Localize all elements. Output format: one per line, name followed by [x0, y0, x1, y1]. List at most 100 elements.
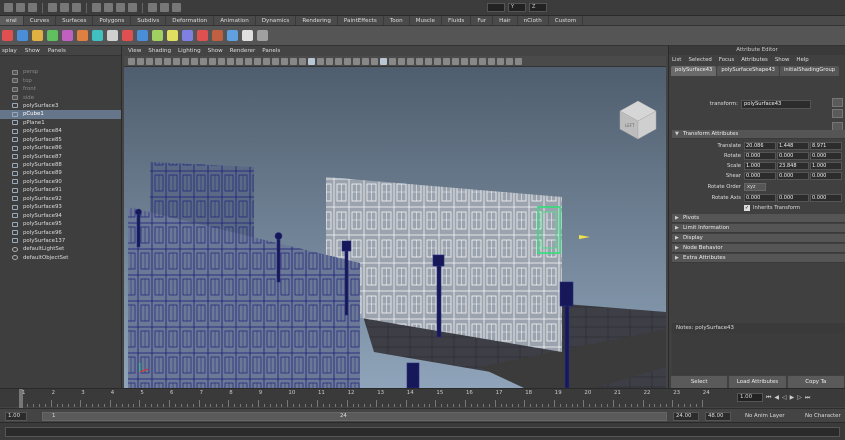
viewport-tool-icon[interactable] [245, 57, 252, 65]
coord-y-field[interactable]: Y [508, 3, 526, 12]
ae-menu-focus[interactable]: Focus [719, 55, 734, 65]
shelf-tool-icon[interactable] [212, 30, 223, 41]
viewport-tool-icon[interactable] [389, 57, 396, 65]
outliner-item[interactable]: top [0, 76, 121, 84]
outliner-item[interactable]: polySurface96 [0, 228, 121, 236]
viewport-tool-icon[interactable] [254, 57, 261, 65]
viewport-tool-icon[interactable] [425, 57, 432, 65]
transform-name-field[interactable]: polySurface43 [741, 99, 811, 109]
outliner-item[interactable]: persp [0, 68, 121, 76]
outliner-item[interactable]: polySurface137 [0, 237, 121, 245]
outliner-item[interactable]: polySurface86 [0, 144, 121, 152]
ae-menu-show[interactable]: Show [775, 55, 790, 65]
snap-plane-icon[interactable] [128, 3, 137, 12]
select-component-icon[interactable] [72, 3, 81, 12]
viewport-menu-shading[interactable]: Shading [148, 46, 171, 56]
viewport-tool-icon[interactable] [443, 57, 450, 65]
rotate-x-field[interactable]: 0.000 [744, 152, 776, 160]
scale-y-field[interactable]: 23.848 [777, 162, 809, 170]
viewport-tool-icon[interactable] [155, 57, 162, 65]
shelf-tool-icon[interactable] [2, 30, 13, 41]
shelf-tab-ncloth[interactable]: nCloth [518, 16, 549, 25]
viewport-tool-icon[interactable] [434, 57, 441, 65]
shelf-tab-animation[interactable]: Animation [214, 16, 256, 25]
rotate-order-dropdown[interactable]: xyz [744, 183, 766, 191]
tab-polysurfaceshape[interactable]: polySurfaceShape43 [717, 66, 779, 76]
viewport-tool-icon[interactable] [137, 57, 144, 65]
render-settings-icon[interactable] [172, 3, 181, 12]
playback-end-field[interactable]: 24.00 [673, 412, 699, 421]
section-node-behavior[interactable]: ▶ Node Behavior [672, 244, 845, 253]
open-scene-icon[interactable] [16, 3, 25, 12]
outliner-item[interactable]: polySurface95 [0, 220, 121, 228]
snap-grid-icon[interactable] [92, 3, 101, 12]
render-icon[interactable] [148, 3, 157, 12]
viewport-tool-icon[interactable] [227, 57, 234, 65]
shelf-tool-icon[interactable] [32, 30, 43, 41]
viewport-tool-icon[interactable] [353, 57, 360, 65]
outliner-item[interactable]: defaultObjectSet [0, 254, 121, 262]
section-limit-information[interactable]: ▶ Limit Information [672, 224, 845, 233]
shelf-tab-surfaces[interactable]: Surfaces [56, 16, 94, 25]
shelf-tool-icon[interactable] [62, 30, 73, 41]
viewport-tool-icon[interactable] [272, 57, 279, 65]
shelf-tool-icon[interactable] [257, 30, 268, 41]
viewport-tool-icon[interactable] [218, 57, 225, 65]
ae-menu-attributes[interactable]: Attributes [741, 55, 768, 65]
snap-point-icon[interactable] [116, 3, 125, 12]
viewport-tool-icon[interactable] [416, 57, 423, 65]
snap-curve-icon[interactable] [104, 3, 113, 12]
coord-z-field[interactable]: Z [529, 3, 547, 12]
ipr-render-icon[interactable] [160, 3, 169, 12]
viewport-menu-view[interactable]: View [128, 46, 141, 56]
shelf-tool-icon[interactable] [167, 30, 178, 41]
outliner-item[interactable]: polySurface87 [0, 152, 121, 160]
shelf-tool-icon[interactable] [47, 30, 58, 41]
shelf-tab-painteffects[interactable]: PaintEffects [338, 16, 384, 25]
section-transform-attributes[interactable]: ▼ Transform Attributes [672, 130, 845, 139]
viewport-tool-icon[interactable] [236, 57, 243, 65]
go-to-start-icon[interactable]: ⏮ [766, 394, 771, 402]
translate-z-field[interactable]: 8.971 [810, 142, 842, 150]
step-forward-icon[interactable]: ▷ [797, 394, 802, 401]
viewport-tool-icon[interactable] [407, 57, 414, 65]
viewport-tool-icon[interactable] [344, 57, 351, 65]
outliner-item[interactable]: defaultLightSet [0, 245, 121, 253]
section-extra-attributes[interactable]: ▶ Extra Attributes [672, 254, 845, 263]
3d-viewport[interactable]: LEFT [124, 67, 666, 388]
outliner-item[interactable]: polySurface85 [0, 136, 121, 144]
outliner-item[interactable]: polySurface84 [0, 127, 121, 135]
shelf-tool-icon[interactable] [152, 30, 163, 41]
outliner-item[interactable]: polySurface3 [0, 102, 121, 110]
shelf-tool-icon[interactable] [182, 30, 193, 41]
viewport-tool-icon[interactable] [461, 57, 468, 65]
viewport-tool-icon[interactable] [488, 57, 495, 65]
shear-y-field[interactable]: 0.000 [777, 172, 809, 180]
anim-layer-dropdown[interactable]: No Anim Layer [745, 413, 785, 419]
select-button[interactable]: Select [671, 376, 728, 388]
translate-y-field[interactable]: 1.448 [777, 142, 809, 150]
shelf-tool-icon[interactable] [92, 30, 103, 41]
translate-x-field[interactable]: 20.086 [744, 142, 776, 150]
outliner-item[interactable]: front [0, 85, 121, 93]
viewport-tool-icon[interactable] [200, 57, 207, 65]
play-back-icon[interactable]: ◁ [782, 394, 787, 401]
viewport-tool-icon[interactable] [164, 57, 171, 65]
viewport-tool-icon[interactable] [290, 57, 297, 65]
viewport-tool-icon[interactable] [173, 57, 180, 65]
scale-z-field[interactable]: 1.000 [810, 162, 842, 170]
rotate-axis-z-field[interactable]: 0.000 [810, 194, 842, 202]
viewport-tool-icon[interactable] [317, 57, 324, 65]
outliner-item[interactable]: side [0, 93, 121, 101]
outliner-item[interactable]: polySurface92 [0, 195, 121, 203]
shelf-tab-fur[interactable]: Fur [471, 16, 494, 25]
mel-command-input[interactable] [5, 427, 840, 437]
ae-menu-help[interactable]: Help [796, 55, 808, 65]
save-scene-icon[interactable] [28, 3, 37, 12]
notes-textarea[interactable] [672, 333, 845, 375]
shelf-tool-icon[interactable] [242, 30, 253, 41]
coord-x-field[interactable] [487, 3, 505, 12]
viewport-menu-lighting[interactable]: Lighting [178, 46, 201, 56]
outliner-item[interactable]: polySurface89 [0, 169, 121, 177]
shelf-tab-muscle[interactable]: Muscle [410, 16, 442, 25]
